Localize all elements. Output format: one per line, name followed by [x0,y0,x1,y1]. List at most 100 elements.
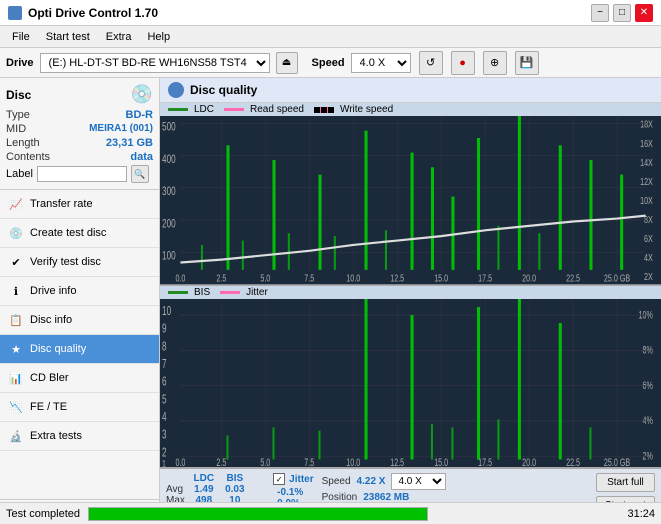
fe-te-icon: 📉 [8,399,24,415]
svg-text:10.0: 10.0 [346,455,360,467]
svg-text:25.0 GB: 25.0 GB [604,272,630,284]
nav-item-verify-test-disc[interactable]: ✔ Verify test disc [0,248,159,277]
speed-stat-label: Speed [322,476,351,487]
status-text: Test completed [6,508,80,520]
svg-text:0.0: 0.0 [175,455,185,467]
svg-text:10.0: 10.0 [346,272,360,284]
svg-text:400: 400 [162,154,176,167]
contents-label: Contents [6,151,50,163]
svg-text:2.5: 2.5 [216,455,226,467]
jitter-checkbox[interactable]: ✓ [273,473,285,485]
svg-text:16X: 16X [640,137,653,149]
svg-text:4: 4 [162,410,167,424]
svg-text:2.5: 2.5 [216,272,226,284]
create-test-disc-icon: 💿 [8,225,24,241]
nav-item-extra-tests[interactable]: 🔬 Extra tests [0,422,159,451]
svg-text:100: 100 [162,250,176,263]
svg-text:2%: 2% [642,448,653,461]
avg-bis-value: 0.03 [221,484,250,495]
close-button[interactable]: ✕ [635,4,653,22]
read-speed-legend-label: Read speed [250,104,304,115]
content-icon [168,82,184,98]
add-button[interactable]: ⊕ [483,51,507,75]
avg-ldc-value: 1.49 [187,484,220,495]
maximize-button[interactable]: □ [613,4,631,22]
menu-extra[interactable]: Extra [98,29,140,45]
svg-text:6X: 6X [644,233,653,245]
drive-select[interactable]: (E:) HL-DT-ST BD-RE WH16NS58 TST4 [40,53,270,73]
length-label: Length [6,137,40,149]
minimize-button[interactable]: − [591,4,609,22]
menu-file[interactable]: File [4,29,38,45]
label-search-button[interactable]: 🔍 [131,165,149,183]
contents-value: data [130,151,153,163]
cd-bler-label: CD Bler [30,372,69,384]
refresh-button[interactable]: ↺ [419,51,443,75]
chart2-area: BIS Jitter 10 9 8 7 [160,286,661,469]
chart2-legend: BIS Jitter [160,286,661,299]
label-input[interactable] [37,166,127,182]
svg-text:25.0 GB: 25.0 GB [604,455,630,467]
svg-text:200: 200 [162,218,176,231]
cd-bler-icon: 📊 [8,370,24,386]
svg-text:1: 1 [162,456,166,467]
nav-item-transfer-rate[interactable]: 📈 Transfer rate [0,190,159,219]
svg-text:6: 6 [162,374,167,388]
speed-select[interactable]: 4.0 X [351,53,411,73]
svg-text:7.5: 7.5 [304,455,314,467]
speed-stat-value: 4.22 X [357,476,386,487]
svg-text:15.0: 15.0 [434,272,448,284]
app-icon [8,6,22,20]
menubar: File Start test Extra Help [0,26,661,48]
svg-text:5.0: 5.0 [260,272,270,284]
type-label: Type [6,109,30,121]
nav-item-disc-quality[interactable]: ★ Disc quality [0,335,159,364]
svg-text:12.5: 12.5 [390,272,404,284]
svg-text:300: 300 [162,186,176,199]
progress-track [88,507,428,521]
nav-item-disc-info[interactable]: 📋 Disc info [0,306,159,335]
svg-text:8%: 8% [642,342,653,355]
toolbar: Drive (E:) HL-DT-ST BD-RE WH16NS58 TST4 … [0,48,661,78]
write-speed-legend-label: Write speed [340,104,393,115]
svg-text:8: 8 [162,339,167,353]
nav-item-fe-te[interactable]: 📉 FE / TE [0,393,159,422]
svg-text:22.5: 22.5 [566,455,580,467]
menu-help[interactable]: Help [139,29,178,45]
transfer-rate-label: Transfer rate [30,198,93,210]
start-full-button[interactable]: Start full [596,473,655,492]
create-test-disc-label: Create test disc [30,227,106,239]
verify-test-disc-label: Verify test disc [30,256,101,268]
record-button[interactable]: ● [451,51,475,75]
ldc-legend-label: LDC [194,104,214,115]
svg-text:18X: 18X [640,118,653,130]
svg-text:3: 3 [162,427,167,441]
nav-item-cd-bler[interactable]: 📊 CD Bler [0,364,159,393]
chart1-svg: 500 400 300 200 100 18X 16X 14X 12X 10X … [160,116,661,285]
chart1-area: LDC Read speed Write speed [160,103,661,286]
menu-start-test[interactable]: Start test [38,29,98,45]
bis-col-header: BIS [221,473,250,484]
jitter-legend-label: Jitter [246,287,268,298]
svg-text:12.5: 12.5 [390,455,404,467]
svg-text:6%: 6% [642,378,653,391]
save-button[interactable]: 💾 [515,51,539,75]
disc-quality-icon: ★ [8,341,24,357]
svg-text:10: 10 [162,304,171,318]
svg-text:7.5: 7.5 [304,272,314,284]
nav-item-create-test-disc[interactable]: 💿 Create test disc [0,219,159,248]
drive-label: Drive [6,57,34,69]
nav-item-drive-info[interactable]: ℹ Drive info [0,277,159,306]
chart1-svg-wrapper: 500 400 300 200 100 18X 16X 14X 12X 10X … [160,116,661,285]
content-title: Disc quality [190,83,257,97]
speed-stat-select[interactable]: 4.0 X [391,473,446,490]
eject-button[interactable]: ⏏ [276,52,298,74]
fe-te-label: FE / TE [30,401,67,413]
chart2-svg-wrapper: 10 9 8 7 6 5 4 3 2 1 10% 8% 6% [160,299,661,468]
sidebar: Disc 💿 Type BD-R MID MEIRA1 (001) Length… [0,78,160,524]
extra-tests-label: Extra tests [30,430,82,442]
svg-text:2X: 2X [644,271,653,283]
chart2-svg: 10 9 8 7 6 5 4 3 2 1 10% 8% 6% [160,299,661,468]
disc-quality-label: Disc quality [30,343,86,355]
speed-label: Speed [312,57,345,69]
